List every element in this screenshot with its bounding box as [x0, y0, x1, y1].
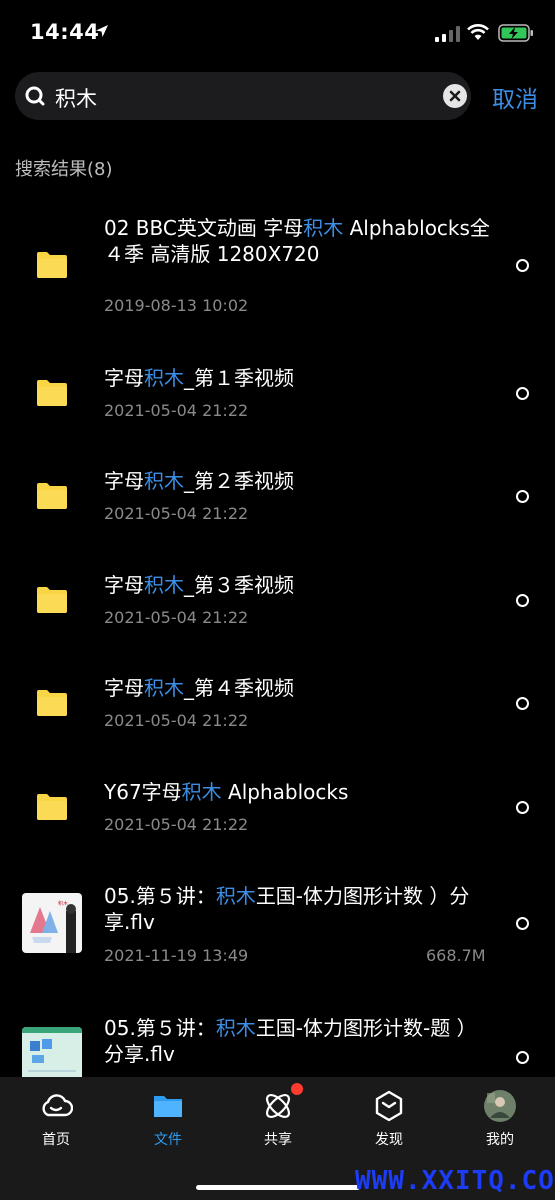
- select-radio[interactable]: [516, 801, 529, 814]
- item-title: 字母积木_第１季视频: [104, 365, 494, 391]
- status-time: 14:44: [30, 20, 100, 44]
- list-item[interactable]: 积木 05.第５讲：积木王国-体力图形计数 ）分享.flv 2021-11-19 1…: [0, 883, 555, 973]
- select-radio[interactable]: [516, 490, 529, 503]
- item-title: 05.第５讲：积木王国-体力图形计数 ）分享.flv: [104, 883, 494, 935]
- home-indicator: [196, 1185, 360, 1190]
- item-title: 02 BBC英文动画 字母积木 Alphablocks全４季 高清版 1280X…: [104, 215, 494, 267]
- clear-search-button[interactable]: [443, 84, 467, 108]
- title-text: 02 BBC英文动画 字母: [104, 216, 304, 240]
- folder-icon: [37, 483, 67, 509]
- item-title: 字母积木_第２季视频: [104, 468, 494, 494]
- folder-icon-wrap: [36, 251, 68, 283]
- item-title: 05.第５讲：积木王国-体力图形计数-题 ）分享.flv: [104, 1015, 494, 1067]
- search-highlight: 积木: [215, 884, 256, 908]
- list-item[interactable]: 02 BBC英文动画 字母积木 Alphablocks全４季 高清版 1280X…: [0, 205, 555, 320]
- search-highlight: 积木: [215, 1016, 256, 1040]
- search-icon: [25, 86, 45, 106]
- search-highlight: 积木: [144, 366, 184, 390]
- location-arrow-icon: [96, 25, 108, 37]
- folder-icon-wrap: [36, 482, 68, 514]
- title-text: _第３季视频: [184, 573, 294, 597]
- item-date: 2021-05-04 21:22: [104, 608, 249, 627]
- search-highlight: 积木: [144, 573, 184, 597]
- folder-icon: [37, 794, 67, 820]
- title-text: Alphablocks: [221, 780, 349, 804]
- wifi-icon: [467, 24, 489, 40]
- select-radio[interactable]: [516, 1051, 529, 1064]
- avatar: [484, 1090, 516, 1122]
- cloud-icon: [42, 1094, 74, 1117]
- close-icon: [449, 90, 461, 102]
- item-size: 668.7M: [426, 946, 486, 965]
- status-bar: 14:44: [0, 0, 555, 66]
- item-date: 2019-08-13 10:02: [104, 296, 249, 315]
- watermark: WWW.XXITQ.COM: [355, 1166, 555, 1196]
- folder-icon-wrap: [36, 586, 68, 618]
- list-item[interactable]: 字母积木_第１季视频 2021-05-04 21:22: [0, 365, 555, 425]
- tab-share[interactable]: 共享: [238, 1083, 318, 1149]
- video-thumbnail: 积木: [22, 893, 82, 953]
- title-text: _第１季视频: [184, 366, 294, 390]
- title-text: Y67字母: [104, 780, 182, 804]
- select-radio[interactable]: [516, 917, 529, 930]
- item-date: 2021-05-04 21:22: [104, 504, 249, 523]
- search-input[interactable]: 积木: [55, 83, 97, 113]
- item-date: 2021-11-19 13:49: [104, 946, 249, 965]
- battery-charging-icon: [498, 24, 533, 42]
- folder-icon: [37, 690, 67, 716]
- tab-home[interactable]: 首页: [16, 1089, 96, 1149]
- notification-badge: [291, 1083, 303, 1095]
- cancel-button[interactable]: 取消: [492, 80, 538, 114]
- title-text: _第２季视频: [184, 469, 294, 493]
- item-title: Y67字母积木 Alphablocks: [104, 779, 494, 805]
- item-date: 2021-05-04 21:22: [104, 711, 249, 730]
- svg-text:积木: 积木: [58, 900, 68, 907]
- item-title: 字母积木_第３季视频: [104, 572, 494, 598]
- folder-icon: [37, 380, 67, 406]
- title-text: 05.第５讲：: [104, 1016, 216, 1040]
- folder-icon-wrap: [36, 379, 68, 411]
- search-highlight: 积木: [144, 676, 184, 700]
- video-thumbnail-wrap: 积木: [22, 893, 82, 953]
- tab-files[interactable]: 文件: [128, 1089, 208, 1149]
- results-count: 搜索结果(8): [15, 159, 113, 180]
- search-bar[interactable]: 积木: [15, 72, 471, 120]
- title-text: 字母: [104, 366, 144, 390]
- list-item[interactable]: 字母积木_第２季视频 2021-05-04 21:22: [0, 468, 555, 528]
- select-radio[interactable]: [516, 387, 529, 400]
- list-item[interactable]: Y67字母积木 Alphablocks 2021-05-04 21:22: [0, 779, 555, 839]
- list-item[interactable]: 字母积木_第３季视频 2021-05-04 21:22: [0, 572, 555, 632]
- cellular-signal-icon: [435, 26, 460, 42]
- list-item[interactable]: 字母积木_第４季视频 2021-05-04 21:22: [0, 675, 555, 735]
- search-highlight: 积木: [303, 216, 344, 240]
- select-radio[interactable]: [516, 697, 529, 710]
- title-text: 字母: [104, 676, 144, 700]
- title-text: 字母: [104, 469, 144, 493]
- folder-icon-wrap: [36, 689, 68, 721]
- title-text: 字母: [104, 573, 144, 597]
- folder-icon: [154, 1096, 182, 1117]
- list-item[interactable]: 05.第５讲：积木王国-体力图形计数-题 ）分享.flv: [0, 1015, 555, 1087]
- folder-icon: [37, 252, 67, 278]
- folder-icon-wrap: [36, 793, 68, 825]
- tab-me[interactable]: 我的: [460, 1089, 540, 1149]
- search-highlight: 积木: [144, 469, 184, 493]
- title-text: 05.第５讲：: [104, 884, 216, 908]
- search-highlight: 积木: [181, 780, 222, 804]
- select-radio[interactable]: [516, 259, 529, 272]
- item-date: 2021-05-04 21:22: [104, 815, 249, 834]
- item-title: 字母积木_第４季视频: [104, 675, 494, 701]
- select-radio[interactable]: [516, 594, 529, 607]
- atom-icon: [265, 1093, 291, 1119]
- title-text: _第４季视频: [184, 676, 294, 700]
- tab-discover[interactable]: 发现: [349, 1089, 429, 1149]
- folder-icon: [37, 587, 67, 613]
- cube-icon: [375, 1090, 403, 1122]
- item-date: 2021-05-04 21:22: [104, 401, 249, 420]
